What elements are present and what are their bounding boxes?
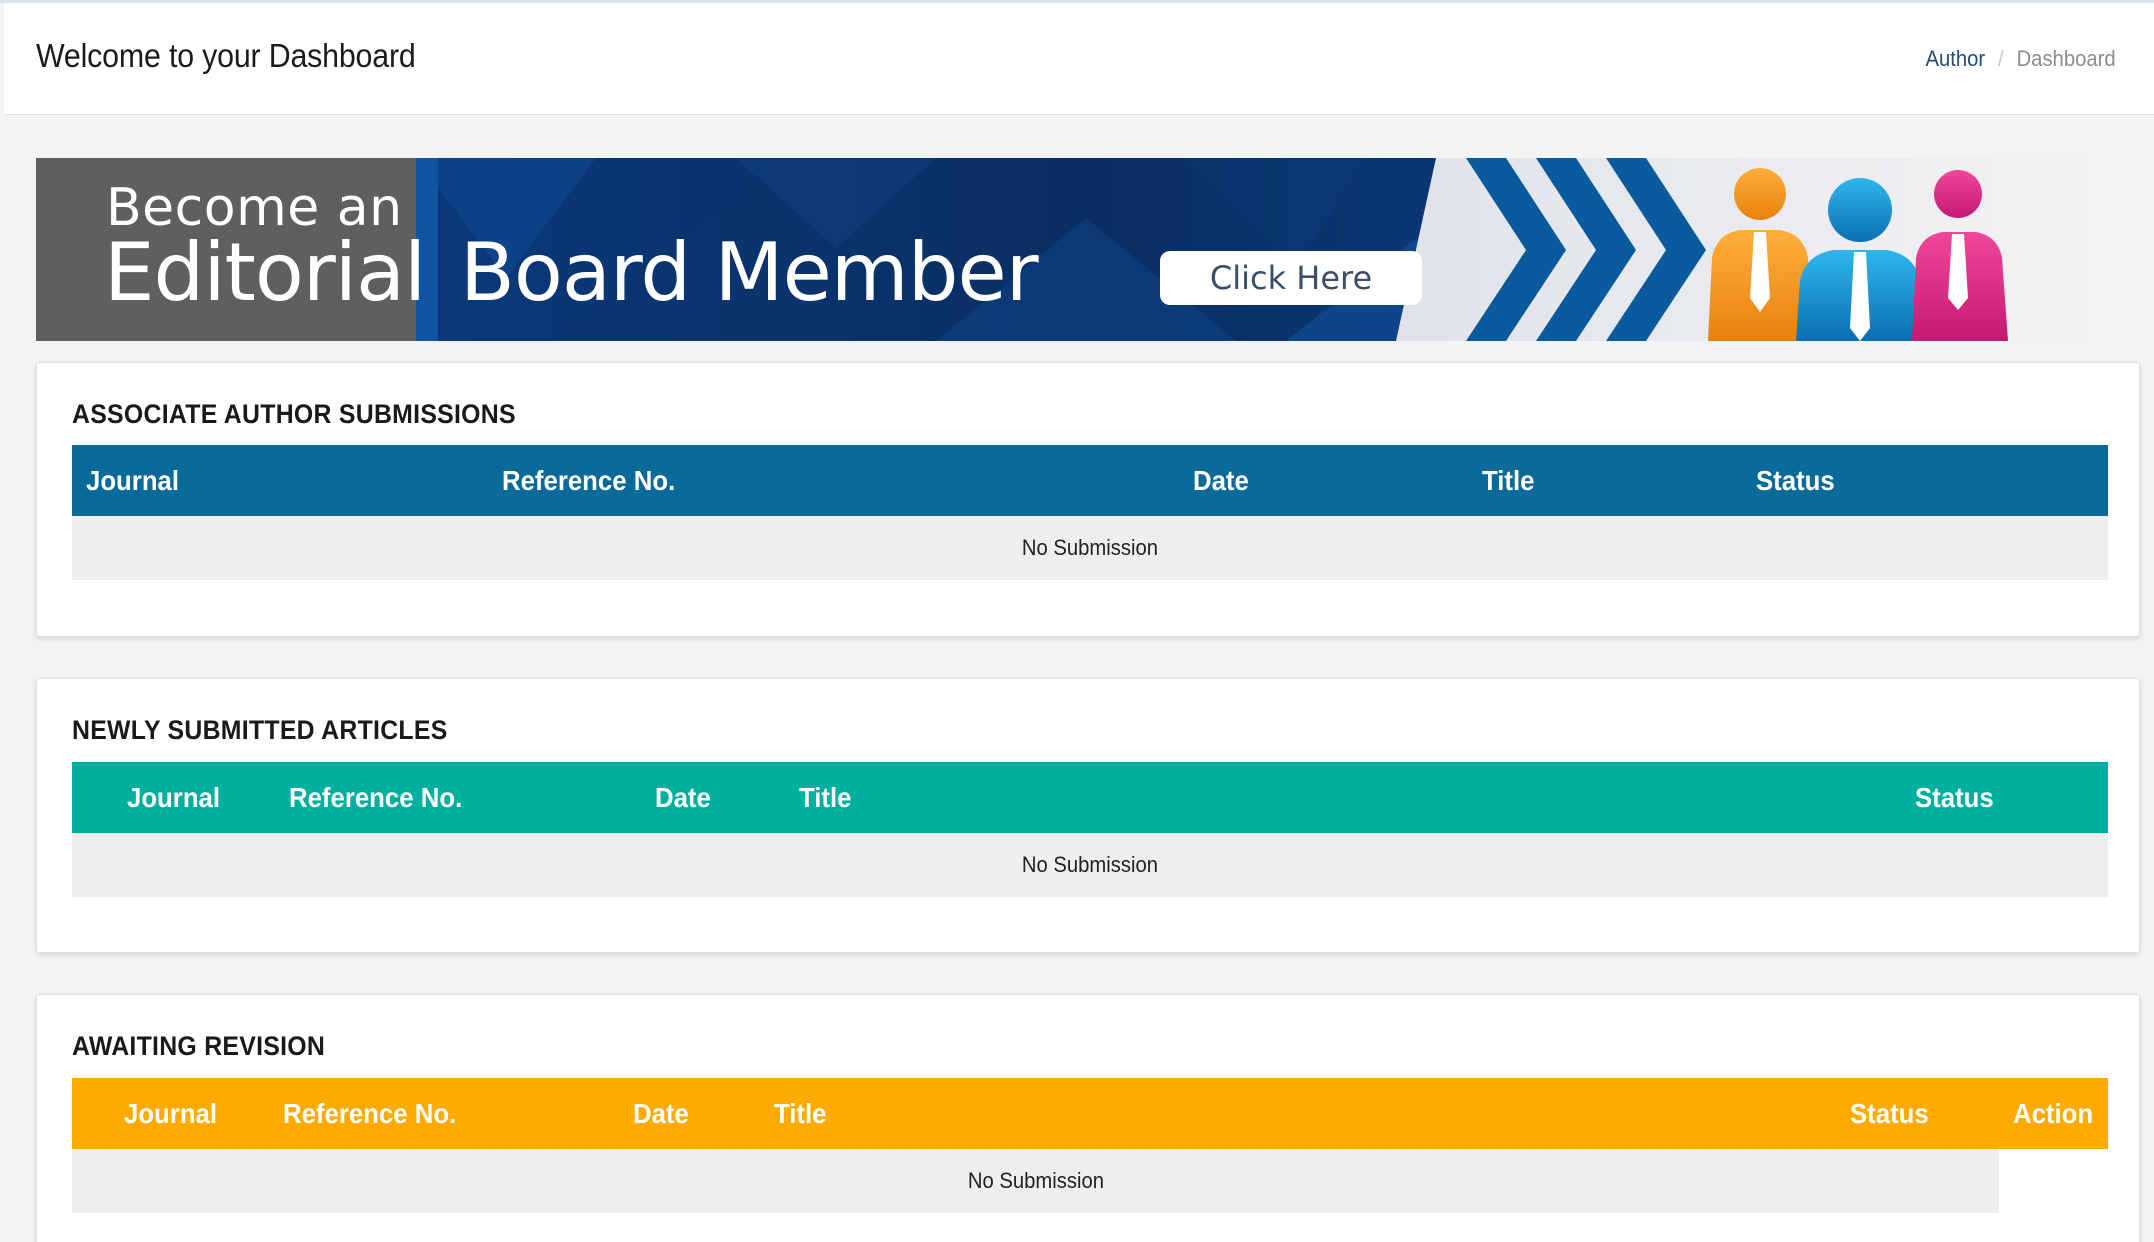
banner-line-editorial: Editorial [104, 226, 426, 319]
breadcrumb-author-link[interactable]: Author [1926, 46, 1986, 72]
column-header-status[interactable]: Status [1850, 1078, 1929, 1149]
column-header-status[interactable]: Status [1756, 445, 1835, 516]
column-header-journal[interactable]: Journal [124, 1078, 217, 1149]
card-title: NEWLY SUBMITTED ARTICLES [72, 715, 448, 745]
column-header-reference[interactable]: Reference No. [289, 762, 462, 833]
column-header-journal[interactable]: Journal [86, 445, 179, 516]
table-empty-row: No Submission [72, 833, 2108, 897]
column-header-date[interactable]: Date [633, 1078, 689, 1149]
table-header: Journal Reference No. Date Title Status [72, 762, 2108, 833]
column-header-date[interactable]: Date [1193, 445, 1249, 516]
column-header-reference[interactable]: Reference No. [283, 1078, 456, 1149]
banner-line-board-member: Board Member [460, 226, 1039, 319]
column-header-title[interactable]: Title [799, 762, 851, 833]
page-header: Welcome to your Dashboard Author / Dashb… [4, 3, 2154, 115]
column-header-journal[interactable]: Journal [127, 762, 220, 833]
empty-message: No Submission [1021, 535, 1159, 560]
table-empty-row: No Submission [72, 516, 2108, 580]
click-here-button[interactable]: Click Here [1160, 251, 1422, 305]
breadcrumb-separator: / [1998, 46, 2005, 71]
awaiting-revision-card: AWAITING REVISION Journal Reference No. … [36, 994, 2140, 1242]
column-header-action[interactable]: Action [2013, 1078, 2093, 1149]
newly-submitted-articles-card: NEWLY SUBMITTED ARTICLES Journal Referen… [36, 678, 2140, 953]
column-header-reference[interactable]: Reference No. [502, 445, 675, 516]
page-title: Welcome to your Dashboard [36, 37, 416, 74]
table-empty-row: No Submission [72, 1149, 1999, 1213]
editorial-board-banner[interactable]: Become an Editorial Board Member Click H… [36, 158, 2140, 341]
card-title: ASSOCIATE AUTHOR SUBMISSIONS [72, 399, 516, 429]
column-header-title[interactable]: Title [774, 1078, 826, 1149]
empty-message: No Submission [1021, 852, 1159, 877]
column-header-date[interactable]: Date [655, 762, 711, 833]
breadcrumb: Author / Dashboard [1926, 46, 2116, 72]
breadcrumb-current: Dashboard [2016, 46, 2116, 71]
card-title: AWAITING REVISION [72, 1031, 326, 1061]
empty-message: No Submission [967, 1168, 1104, 1193]
table-header: Journal Reference No. Date Title Status [72, 445, 2108, 516]
column-header-status[interactable]: Status [1915, 762, 1994, 833]
column-header-title[interactable]: Title [1482, 445, 1534, 516]
table-header: Journal Reference No. Date Title Status … [72, 1078, 2108, 1149]
associate-author-submissions-card: ASSOCIATE AUTHOR SUBMISSIONS Journal Ref… [36, 362, 2140, 637]
